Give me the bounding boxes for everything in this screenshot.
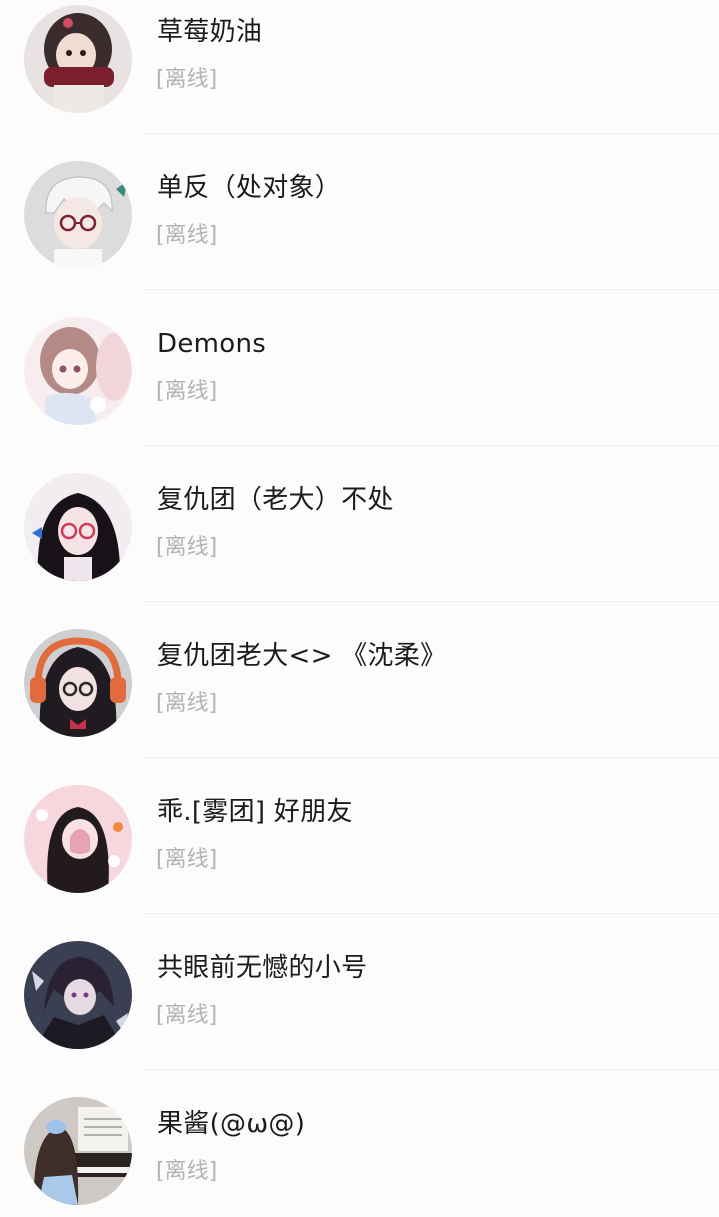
contact-avatar[interactable] xyxy=(24,317,132,425)
contact-name: Demons xyxy=(157,329,267,359)
contact-name: 草莓奶油 xyxy=(157,17,263,47)
contact-row[interactable]: Demons [离线] xyxy=(0,290,719,446)
contact-name: 复仇团（老大）不处 xyxy=(157,485,394,515)
contact-row[interactable]: 复仇团老大<> 《沈柔》 [离线] xyxy=(0,602,719,758)
contact-status: [离线] xyxy=(156,691,218,716)
contact-status: [离线] xyxy=(156,379,218,404)
contact-status: [离线] xyxy=(156,1159,218,1184)
contact-avatar[interactable] xyxy=(24,941,132,1049)
contact-row[interactable]: 共眼前无憾的小号 [离线] xyxy=(0,914,719,1070)
contact-status: [离线] xyxy=(156,535,218,560)
contact-row[interactable]: 乖.[雾团] 好朋友 [离线] xyxy=(0,758,719,914)
contact-status: [离线] xyxy=(156,223,218,248)
contact-avatar[interactable] xyxy=(24,785,132,893)
contact-name: 共眼前无憾的小号 xyxy=(157,953,368,983)
contact-avatar[interactable] xyxy=(24,629,132,737)
contact-avatar[interactable] xyxy=(24,473,132,581)
contact-row[interactable]: 复仇团（老大）不处 [离线] xyxy=(0,446,719,602)
contact-name: 单反（处对象） xyxy=(157,173,342,203)
contact-name: 复仇团老大<> 《沈柔》 xyxy=(157,641,447,671)
contact-row[interactable]: 单反（处对象） [离线] xyxy=(0,134,719,290)
contact-status: [离线] xyxy=(156,67,218,92)
contact-avatar[interactable] xyxy=(24,161,132,269)
contact-avatar[interactable] xyxy=(24,5,132,113)
contact-row[interactable]: 草莓奶油 [离线] xyxy=(0,0,719,134)
contact-status: [离线] xyxy=(156,1003,218,1028)
contact-name: 乖.[雾团] 好朋友 xyxy=(157,797,353,827)
contact-avatar[interactable] xyxy=(24,1097,132,1205)
contact-row[interactable]: 果酱(@ω@) [离线] xyxy=(0,1070,719,1217)
contact-list: 草莓奶油 [离线] 单反（处对象） [离线] Demons [离线] 复仇团（老… xyxy=(0,0,719,1217)
contact-name: 果酱(@ω@) xyxy=(157,1109,306,1139)
contact-status: [离线] xyxy=(156,847,218,872)
